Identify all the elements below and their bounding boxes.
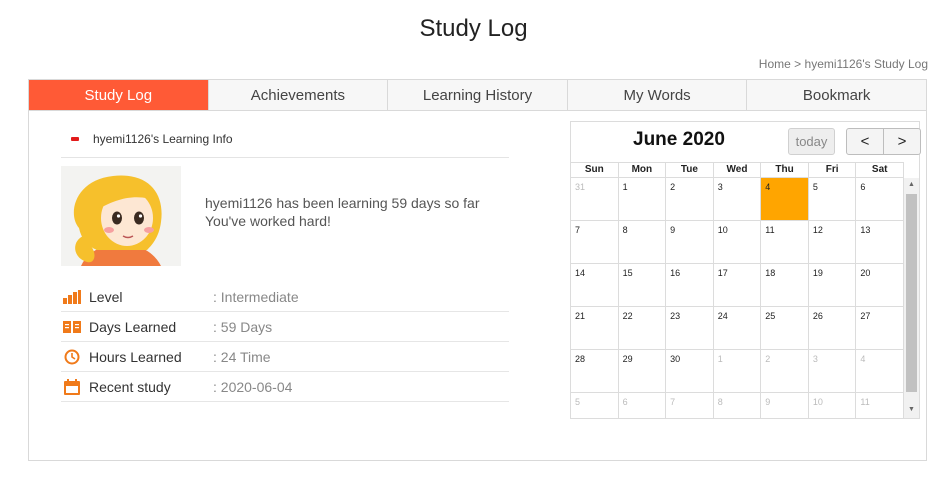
- calendar-day[interactable]: 17: [713, 264, 762, 307]
- book-icon: [63, 318, 81, 336]
- calendar-scrollbar[interactable]: ▲ ▼: [904, 178, 919, 418]
- calendar-day[interactable]: 3: [808, 350, 857, 393]
- profile-block: hyemi1126 has been learning 59 days so f…: [61, 166, 509, 266]
- calendar-day[interactable]: 7: [571, 221, 619, 264]
- tab-bookmark[interactable]: Bookmark: [747, 80, 926, 110]
- calendar-grid: 31 1 2 3 4 5 6 7 8 9 10 11 12 13 14 15 16 17 18 19 20 21 22 23 2…: [571, 178, 904, 418]
- calendar-day[interactable]: 11: [856, 393, 904, 418]
- stat-hours-learned: Hours Learned : 24 Time: [61, 342, 509, 372]
- stat-label: Recent study: [89, 378, 171, 395]
- calendar-day[interactable]: 10: [809, 393, 857, 418]
- calendar-day[interactable]: 30: [666, 350, 714, 393]
- stat-label: Level: [89, 288, 123, 305]
- weekday-header: Sun Mon Tue Wed Thu Fri Sat: [571, 162, 904, 178]
- calendar-day[interactable]: 21: [571, 307, 619, 350]
- calendar-day-icon: [63, 378, 81, 396]
- study-calendar: June 2020 today < > Sun Mon Tue Wed Thu …: [570, 121, 921, 419]
- breadcrumb: Home > hyemi1126's Study Log: [759, 57, 928, 71]
- calendar-day[interactable]: 9: [666, 221, 714, 264]
- scroll-down-icon[interactable]: ▼: [907, 405, 916, 415]
- breadcrumb-home[interactable]: Home: [759, 57, 791, 71]
- avatar: [61, 166, 181, 266]
- stat-label: Days Learned: [89, 318, 177, 335]
- tab-bar: Study Log Achievements Learning History …: [29, 80, 926, 111]
- calendar-day[interactable]: 22: [618, 307, 667, 350]
- calendar-day[interactable]: 1: [618, 178, 667, 221]
- learning-summary: hyemi1126 has been learning 59 days so f…: [205, 194, 479, 230]
- weekday-label: Sun: [571, 163, 619, 177]
- calendar-day[interactable]: 13: [856, 221, 904, 264]
- page-title: Study Log: [419, 15, 528, 42]
- calendar-day[interactable]: 5: [808, 178, 857, 221]
- calendar-day[interactable]: 6: [856, 178, 904, 221]
- encouragement-text: You've worked hard!: [205, 213, 331, 229]
- calendar-day[interactable]: 24: [713, 307, 762, 350]
- weekday-label: Fri: [809, 163, 857, 177]
- calendar-day[interactable]: 28: [571, 350, 619, 393]
- calendar-day[interactable]: 7: [666, 393, 714, 418]
- calendar-day[interactable]: 10: [713, 221, 762, 264]
- weekday-label: Sat: [856, 163, 904, 177]
- calendar-day[interactable]: 19: [808, 264, 857, 307]
- calendar-day[interactable]: 31: [571, 178, 619, 221]
- scroll-thumb[interactable]: [906, 194, 917, 392]
- stat-value: : Intermediate: [213, 288, 299, 305]
- calendar-day[interactable]: 25: [761, 307, 809, 350]
- stat-value: : 59 Days: [213, 318, 273, 335]
- breadcrumb-current: hyemi1126's Study Log: [804, 57, 928, 71]
- scroll-up-icon[interactable]: ▲: [907, 180, 916, 190]
- calendar-day[interactable]: 18: [761, 264, 809, 307]
- calendar-day[interactable]: 15: [618, 264, 667, 307]
- stat-label: Hours Learned: [89, 348, 182, 365]
- stat-level: Level : Intermediate: [61, 282, 509, 312]
- stat-value: : 24 Time: [213, 348, 271, 365]
- calendar-day[interactable]: 6: [619, 393, 667, 418]
- calendar-day-today[interactable]: 4: [761, 178, 809, 221]
- calendar-day[interactable]: 1: [713, 350, 762, 393]
- today-button[interactable]: today: [788, 128, 835, 155]
- month-nav: < >: [846, 128, 921, 155]
- stat-value: : 2020-06-04: [213, 378, 293, 395]
- weekday-label: Mon: [619, 163, 667, 177]
- weekday-label: Wed: [714, 163, 762, 177]
- calendar-day[interactable]: 27: [856, 307, 904, 350]
- calendar-day[interactable]: 4: [856, 350, 904, 393]
- breadcrumb-separator: >: [794, 57, 802, 71]
- tab-my-words[interactable]: My Words: [567, 80, 748, 110]
- calendar-day[interactable]: 5: [571, 393, 619, 418]
- calendar-day[interactable]: 11: [761, 221, 809, 264]
- calendar-day[interactable]: 23: [666, 307, 714, 350]
- stats-list: Level : Intermediate Days Learned : 59 D…: [61, 282, 509, 402]
- calendar-day[interactable]: 2: [666, 178, 714, 221]
- calendar-day[interactable]: 8: [714, 393, 762, 418]
- calendar-title: June 2020: [633, 129, 725, 150]
- next-month-button[interactable]: >: [884, 129, 920, 154]
- clock-icon: [63, 348, 81, 366]
- learning-info-title: hyemi1126's Learning Info: [93, 131, 233, 146]
- stat-days-learned: Days Learned : 59 Days: [61, 312, 509, 342]
- calendar-day[interactable]: 12: [808, 221, 857, 264]
- red-marker-icon: [71, 136, 79, 141]
- calendar-day[interactable]: 9: [761, 393, 809, 418]
- calendar-day[interactable]: 8: [618, 221, 667, 264]
- calendar-day[interactable]: 14: [571, 264, 619, 307]
- weekday-label: Tue: [666, 163, 714, 177]
- bar-chart-icon: [63, 288, 81, 306]
- tab-achievements[interactable]: Achievements: [208, 80, 389, 110]
- tab-learning-history[interactable]: Learning History: [388, 80, 568, 110]
- study-log-panel: Study Log Achievements Learning History …: [28, 79, 927, 461]
- tab-study-log[interactable]: Study Log: [29, 80, 209, 110]
- learning-days-text: hyemi1126 has been learning 59 days so f…: [205, 195, 480, 211]
- calendar-day[interactable]: 3: [713, 178, 762, 221]
- calendar-day[interactable]: 29: [618, 350, 667, 393]
- stat-recent-study: Recent study : 2020-06-04: [61, 372, 509, 402]
- calendar-day[interactable]: 2: [761, 350, 809, 393]
- weekday-label: Thu: [761, 163, 809, 177]
- calendar-day[interactable]: 16: [666, 264, 714, 307]
- calendar-day[interactable]: 20: [856, 264, 904, 307]
- learning-info-header: hyemi1126's Learning Info: [61, 120, 509, 158]
- calendar-day[interactable]: 26: [808, 307, 857, 350]
- learning-info-section: hyemi1126's Learning Info hyemi1126 has …: [61, 120, 509, 402]
- prev-month-button[interactable]: <: [847, 129, 884, 154]
